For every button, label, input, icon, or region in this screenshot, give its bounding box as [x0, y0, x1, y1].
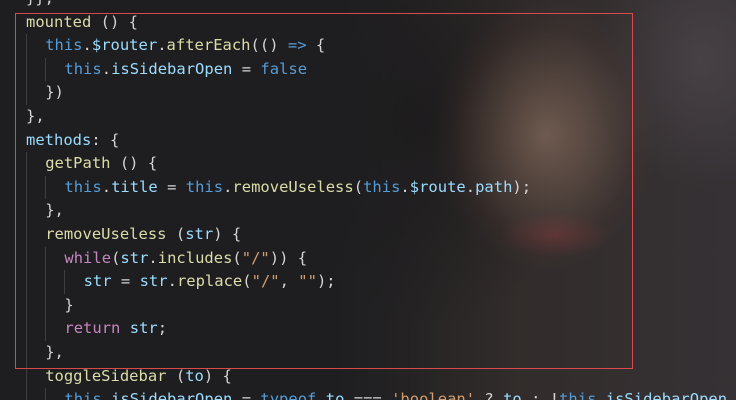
code-line-text: this.isSidebarOpen = typeof to === 'bool…	[64, 390, 728, 400]
indent-guide	[26, 388, 27, 400]
code-line[interactable]: }},	[0, 0, 736, 11]
indent-guide	[45, 388, 47, 400]
code-editor[interactable]: }},mounted () {this.$router.afterEach(()…	[0, 0, 736, 400]
code-line-text: }},	[26, 0, 54, 11]
code-line[interactable]: this.isSidebarOpen = typeof to === 'bool…	[0, 388, 736, 400]
selection-highlight-box	[15, 13, 633, 369]
